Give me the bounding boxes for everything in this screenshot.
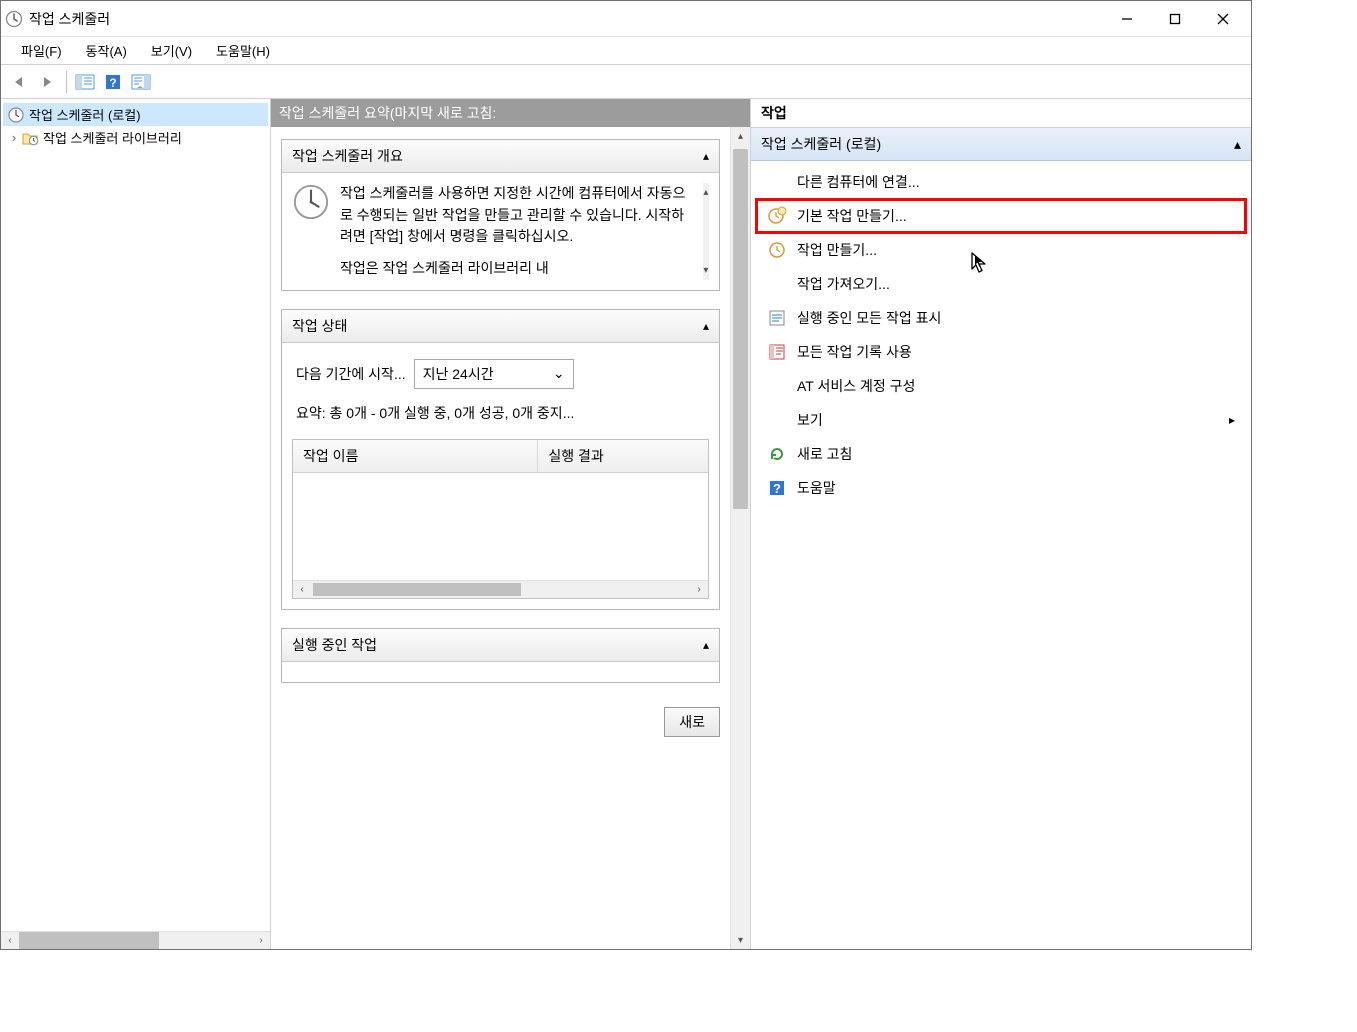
- actions-header: 작업: [751, 99, 1251, 128]
- tree-library[interactable]: › 작업 스케줄러 라이브러리: [3, 126, 268, 149]
- action-label: 모든 작업 기록 사용: [797, 342, 912, 362]
- maximize-button[interactable]: [1151, 3, 1199, 35]
- menubar: 파일(F) 동작(A) 보기(V) 도움말(H): [1, 37, 1251, 65]
- clock-icon: [5, 10, 23, 28]
- menu-view[interactable]: 보기(V): [139, 37, 204, 64]
- action-label: 새로 고침: [797, 444, 852, 464]
- blank-icon: [767, 410, 787, 430]
- column-task-name[interactable]: 작업 이름: [293, 440, 538, 472]
- action-label: 도움말: [797, 478, 836, 498]
- action-create-task[interactable]: 작업 만들기...: [757, 233, 1245, 267]
- tree-panel: 작업 스케줄러 (로컬) › 작업 스케줄러 라이브러리 ‹ ›: [1, 99, 271, 949]
- action-label: 보기: [797, 410, 823, 430]
- action-import-task[interactable]: 작업 가져오기...: [757, 267, 1245, 301]
- status-period-select[interactable]: 지난 24시간 ⌄: [414, 359, 574, 389]
- status-period-value: 지난 24시간: [423, 364, 494, 384]
- clock-icon: [7, 106, 25, 124]
- column-task-result[interactable]: 실행 결과: [538, 440, 708, 472]
- close-button[interactable]: [1199, 3, 1247, 35]
- svg-text:?: ?: [109, 76, 116, 90]
- minimize-button[interactable]: [1103, 3, 1151, 35]
- action-label: 작업 만들기...: [797, 240, 877, 260]
- summary-panel: 작업 스케줄러 요약(마지막 새로 고침: 작업 스케줄러 개요 ▴: [271, 99, 751, 949]
- action-help[interactable]: ? 도움말: [757, 471, 1245, 505]
- overview-header[interactable]: 작업 스케줄러 개요 ▴: [282, 140, 719, 173]
- blank-icon: [767, 172, 787, 192]
- action-connect-computer[interactable]: 다른 컴퓨터에 연결...: [757, 165, 1245, 199]
- collapse-icon: ▴: [703, 319, 709, 333]
- blank-icon: [767, 376, 787, 396]
- svg-text:?: ?: [773, 481, 781, 496]
- clock-icon: [292, 183, 330, 221]
- overview-section: 작업 스케줄러 개요 ▴ 작업 스케줄러를 사용하면 지정한 시간에 컴퓨터에서…: [281, 139, 720, 291]
- show-hide-tree-button[interactable]: [72, 69, 98, 95]
- running-title: 실행 중인 작업: [292, 635, 377, 655]
- collapse-icon: ▴: [703, 638, 709, 652]
- collapse-icon: ▴: [703, 149, 709, 163]
- menu-action[interactable]: 동작(A): [74, 37, 139, 64]
- summary-header: 작업 스케줄러 요약(마지막 새로 고침:: [271, 99, 750, 127]
- task-status-table: 작업 이름 실행 결과 ‹›: [292, 439, 709, 599]
- status-header[interactable]: 작업 상태 ▴: [282, 310, 719, 343]
- actions-subheader-label: 작업 스케줄러 (로컬): [761, 134, 881, 154]
- blank-icon: [767, 274, 787, 294]
- forward-button[interactable]: [35, 69, 61, 95]
- window-title: 작업 스케줄러: [29, 9, 1103, 29]
- refresh-button[interactable]: 새로: [664, 707, 720, 737]
- status-title: 작업 상태: [292, 316, 347, 336]
- horizontal-scrollbar[interactable]: ‹ ›: [1, 931, 270, 949]
- action-label: 실행 중인 모든 작업 표시: [797, 308, 941, 328]
- collapse-icon[interactable]: ▴: [1234, 136, 1241, 153]
- tree-root-label: 작업 스케줄러 (로컬): [29, 105, 141, 124]
- chevron-down-icon: ⌄: [553, 365, 565, 382]
- running-section: 실행 중인 작업 ▴: [281, 628, 720, 683]
- chevron-right-icon: ▸: [1229, 413, 1235, 427]
- clock-icon: [767, 240, 787, 260]
- status-section: 작업 상태 ▴ 다음 기간에 시작... 지난 24시간 ⌄: [281, 309, 720, 610]
- action-label: AT 서비스 계정 구성: [797, 376, 915, 396]
- action-label: 작업 가져오기...: [797, 274, 890, 294]
- status-summary-text: 요약: 총 0개 - 0개 실행 중, 0개 성공, 0개 중지...: [292, 395, 709, 431]
- actions-subheader: 작업 스케줄러 (로컬) ▴: [751, 128, 1251, 161]
- running-header[interactable]: 실행 중인 작업 ▴: [282, 629, 719, 662]
- horizontal-scrollbar[interactable]: ‹›: [293, 580, 708, 598]
- overview-text-2: 작업은 작업 스케줄러 라이브러리 내: [340, 258, 693, 280]
- back-button[interactable]: [7, 69, 33, 95]
- actions-panel: 작업 작업 스케줄러 (로컬) ▴ 다른 컴퓨터에 연결... 기본 작업 만들…: [751, 99, 1251, 949]
- tree-root[interactable]: 작업 스케줄러 (로컬): [3, 103, 268, 126]
- menu-file[interactable]: 파일(F): [9, 37, 74, 64]
- action-enable-history[interactable]: 모든 작업 기록 사용: [757, 335, 1245, 369]
- action-view[interactable]: 보기 ▸: [757, 403, 1245, 437]
- action-create-basic-task[interactable]: 기본 작업 만들기...: [757, 199, 1245, 233]
- tree-library-label: 작업 스케줄러 라이브러리: [43, 128, 182, 147]
- vertical-scrollbar[interactable]: ▴▾: [703, 183, 709, 280]
- help-button[interactable]: ?: [100, 69, 126, 95]
- action-label: 기본 작업 만들기...: [797, 206, 907, 226]
- menu-help[interactable]: 도움말(H): [204, 37, 282, 64]
- overview-text: 작업 스케줄러를 사용하면 지정한 시간에 컴퓨터에서 자동으로 수행되는 일반…: [340, 183, 693, 248]
- toolbar-separator: [66, 71, 67, 93]
- clock-new-icon: [767, 206, 787, 226]
- toolbar: ?: [1, 65, 1251, 99]
- task-table-body: [293, 473, 708, 580]
- expand-icon[interactable]: ›: [7, 130, 21, 145]
- action-at-account[interactable]: AT 서비스 계정 구성: [757, 369, 1245, 403]
- list-icon: [767, 308, 787, 328]
- vertical-scrollbar[interactable]: ▴ ▾: [730, 127, 750, 949]
- help-icon: ?: [767, 478, 787, 498]
- refresh-icon: [767, 444, 787, 464]
- folder-clock-icon: [21, 129, 39, 147]
- show-actions-button[interactable]: [128, 69, 154, 95]
- titlebar: 작업 스케줄러: [1, 1, 1251, 37]
- action-label: 다른 컴퓨터에 연결...: [797, 172, 920, 192]
- action-show-running[interactable]: 실행 중인 모든 작업 표시: [757, 301, 1245, 335]
- action-refresh[interactable]: 새로 고침: [757, 437, 1245, 471]
- history-icon: [767, 342, 787, 362]
- status-period-label: 다음 기간에 시작...: [296, 364, 406, 384]
- overview-title: 작업 스케줄러 개요: [292, 146, 403, 166]
